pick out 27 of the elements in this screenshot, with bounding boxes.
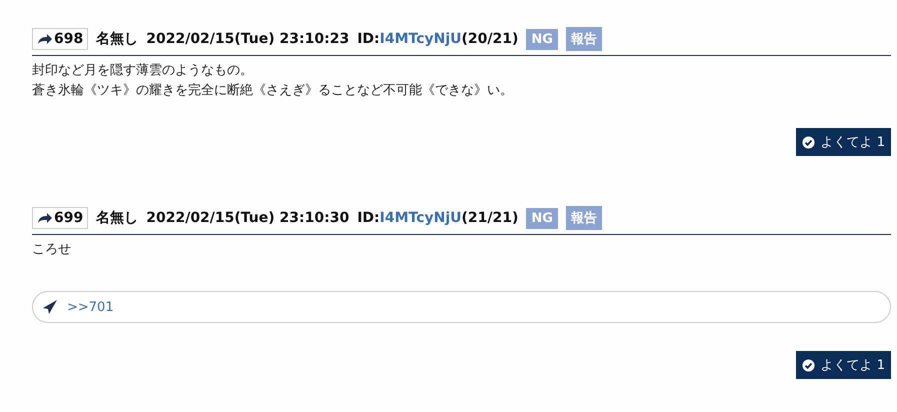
id-link[interactable]: I4MTcyNjU: [380, 31, 462, 47]
poster-name: 名無し: [96, 30, 138, 48]
poster-name: 名無し: [96, 209, 138, 227]
check-icon: [802, 358, 815, 372]
check-icon: [802, 136, 815, 148]
like-button[interactable]: よくてよ 1: [796, 351, 891, 379]
post-text: 封印など月を隠す薄雲のようなもの。: [32, 62, 254, 80]
post-text: ころせ: [32, 241, 72, 259]
arrow-icon: [37, 212, 53, 224]
post-datetime: 2022/02/15(Tue) 23:10:23: [146, 31, 350, 47]
reply-number-button[interactable]: 698: [32, 28, 88, 50]
id-label: ID:: [357, 31, 380, 47]
id-count: (20/21): [462, 31, 518, 47]
send-icon: [42, 299, 58, 315]
post-text: 蒼き氷輪《ツキ》の耀きを完全に断絶《さえぎ》ることなど不可能《できな》い。: [32, 82, 514, 100]
like-button[interactable]: よくてよ 1: [796, 128, 891, 156]
id-link[interactable]: I4MTcyNjU: [380, 210, 462, 226]
reply-field[interactable]: >>701: [32, 291, 891, 323]
report-button[interactable]: 報告: [566, 27, 602, 51]
ng-button[interactable]: NG: [526, 28, 558, 50]
id-label: ID:: [357, 210, 380, 226]
id-count: (21/21): [462, 210, 518, 226]
post-datetime: 2022/02/15(Tue) 23:10:30: [146, 210, 350, 226]
report-button[interactable]: 報告: [566, 206, 602, 230]
reply-number-button[interactable]: 699: [32, 207, 88, 229]
arrow-icon: [37, 33, 53, 45]
ng-button[interactable]: NG: [526, 208, 558, 228]
